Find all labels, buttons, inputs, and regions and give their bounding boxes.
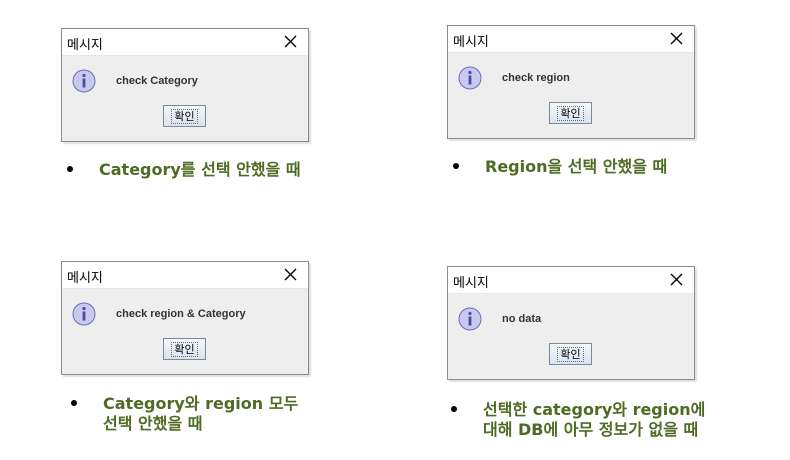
dialog-message: no data (502, 313, 542, 325)
dialog-title: 메시지 (453, 276, 489, 291)
ok-button[interactable]: 확인 (163, 105, 206, 127)
ok-button-label: 확인 (171, 108, 198, 124)
close-icon[interactable] (280, 32, 302, 52)
dialog-message: check region (502, 72, 570, 84)
caption-line: Category를 선택 안했을 때 (99, 160, 301, 179)
message-dialog: 메시지 no data 확인 (447, 266, 695, 380)
caption-line: Category와 region 모두 (103, 394, 299, 413)
caption: Category와 region 모두 선택 안했을 때 (103, 394, 298, 434)
dialog-titlebar[interactable]: 메시지 (62, 262, 308, 289)
caption-line: 선택 안했을 때 (103, 414, 203, 433)
dialog-titlebar[interactable]: 메시지 (448, 267, 694, 294)
ok-button-label: 확인 (557, 346, 584, 362)
close-icon[interactable] (666, 29, 688, 49)
dialog-titlebar[interactable]: 메시지 (448, 26, 694, 53)
info-icon (458, 66, 482, 90)
caption-line: 대해 DB에 아무 정보가 없을 때 (483, 420, 699, 439)
ok-button-label: 확인 (557, 105, 584, 121)
close-icon[interactable] (280, 265, 302, 285)
message-dialog: 메시지 check region 확인 (447, 25, 695, 139)
info-icon (72, 69, 96, 93)
ok-button[interactable]: 확인 (549, 343, 592, 365)
bullet-icon (71, 400, 77, 406)
caption-line: Region을 선택 안했을 때 (485, 157, 668, 176)
dialog-title: 메시지 (67, 271, 103, 286)
bullet-icon (67, 166, 73, 172)
info-icon (72, 302, 96, 326)
bullet-icon (453, 163, 459, 169)
dialog-message: check region & Category (116, 308, 246, 320)
dialog-title: 메시지 (453, 35, 489, 50)
ok-button-label: 확인 (171, 341, 198, 357)
caption: Region을 선택 안했을 때 (485, 157, 667, 177)
message-dialog: 메시지 check Category 확인 (61, 28, 309, 142)
caption-line: 선택한 category와 region에 (483, 400, 706, 419)
dialog-message: check Category (116, 75, 198, 87)
message-dialog: 메시지 check region & Category 확인 (61, 261, 309, 375)
caption: Category를 선택 안했을 때 (99, 160, 301, 180)
info-icon (458, 307, 482, 331)
bullet-icon (451, 406, 457, 412)
caption: 선택한 category와 region에 대해 DB에 아무 정보가 없을 때 (483, 400, 705, 440)
dialog-title: 메시지 (67, 38, 103, 53)
close-icon[interactable] (666, 270, 688, 290)
ok-button[interactable]: 확인 (549, 102, 592, 124)
dialog-titlebar[interactable]: 메시지 (62, 29, 308, 56)
ok-button[interactable]: 확인 (163, 338, 206, 360)
